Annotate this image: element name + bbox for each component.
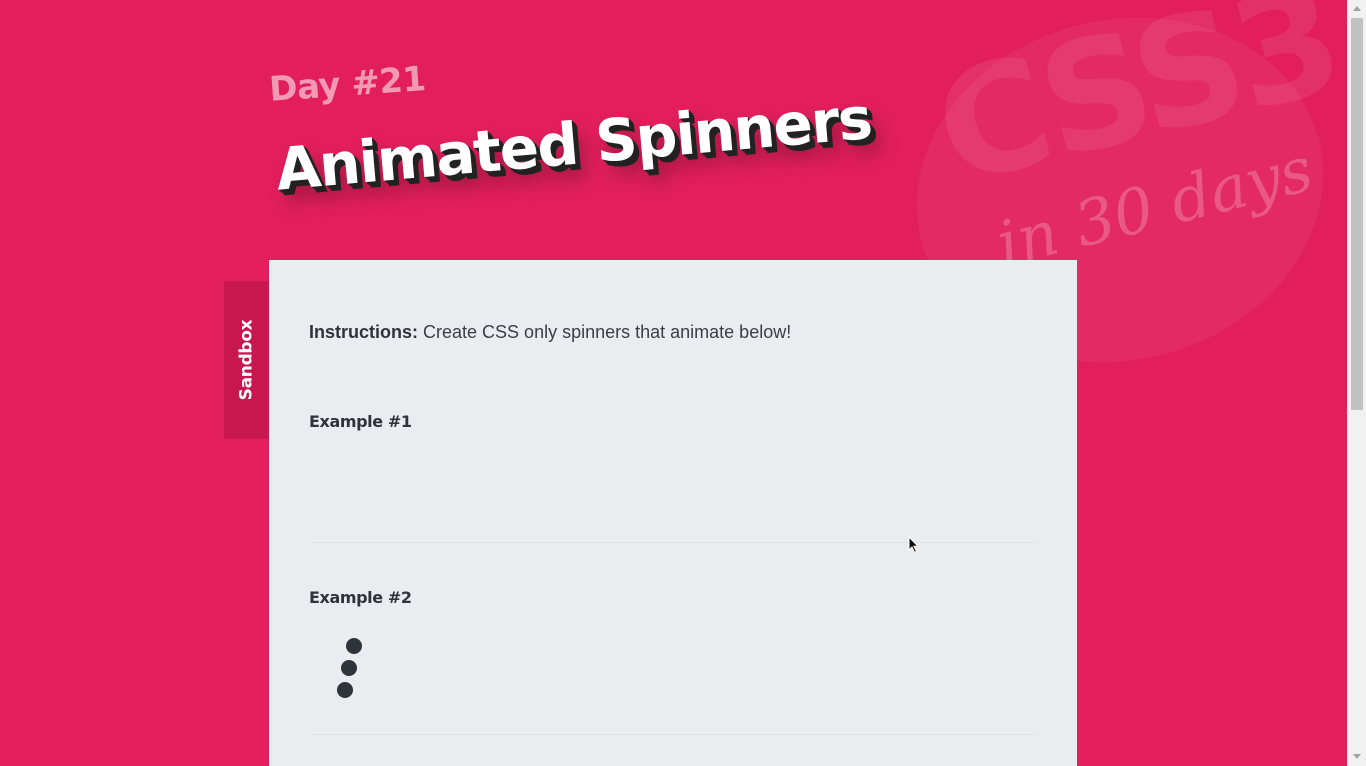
scroll-thumb[interactable] [1351, 18, 1363, 410]
vertical-scrollbar[interactable] [1347, 0, 1366, 766]
example-2: Example #2 [309, 588, 1037, 735]
dots-spinner-icon [309, 638, 369, 708]
example-2-title: Example #2 [309, 588, 412, 607]
spinner-dot [346, 638, 362, 654]
sandbox-tab[interactable]: Sandbox [224, 281, 269, 439]
instructions-text: Create CSS only spinners that animate be… [418, 322, 792, 342]
instructions: Instructions: Create CSS only spinners t… [309, 322, 791, 343]
spinner-dot [341, 660, 357, 676]
example-1: Example #1 [309, 412, 1037, 543]
scroll-up-arrow-icon[interactable] [1353, 6, 1361, 11]
arc-spinner-icon [327, 458, 368, 517]
day-label: Day #21 [268, 59, 427, 110]
spinner-dot [337, 682, 353, 698]
sandbox-tab-label: Sandbox [236, 319, 257, 401]
instructions-label: Instructions: [309, 322, 419, 342]
scroll-down-arrow-icon[interactable] [1353, 754, 1361, 759]
content-panel: Instructions: Create CSS only spinners t… [269, 260, 1077, 766]
example-1-divider [309, 542, 1037, 543]
example-2-divider [309, 734, 1037, 735]
mouse-cursor-icon [908, 536, 920, 554]
example-1-title: Example #1 [309, 412, 412, 431]
